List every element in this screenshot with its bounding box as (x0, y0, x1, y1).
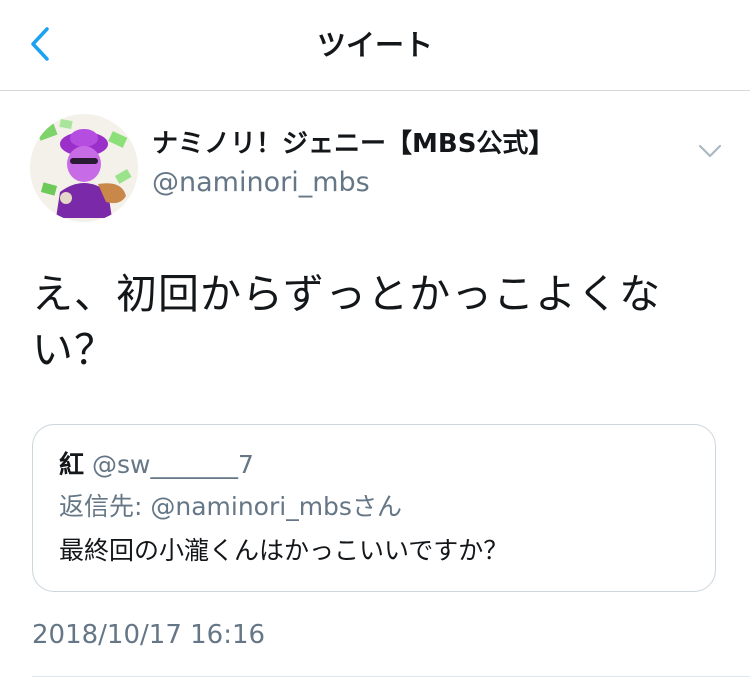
tweet-text-line: え、初回からずっとかっこよくな (32, 270, 662, 318)
avatar[interactable] (30, 114, 138, 222)
reply-to-label: 返信先: @naminori_mbsさん (59, 492, 402, 521)
navigation-bar: ツイート (0, 0, 750, 91)
quoted-tweet[interactable]: 紅 @sw_______7 返信先: @naminori_mbsさん 最終回の小瀧… (32, 424, 716, 592)
page-title: ツイート (316, 28, 433, 62)
avatar-image (30, 114, 138, 222)
quoted-tweet-header: 紅 @sw_______7 (59, 447, 254, 483)
tweet-options-button[interactable] (690, 134, 730, 168)
chevron-down-icon (698, 144, 722, 158)
quoted-handle: @sw_______7 (92, 450, 254, 479)
quoted-tweet-text: 最終回の小瀧くんはかっこいいですか？ (59, 536, 509, 565)
display-name[interactable]: ナミノリ！ジェニー【MBS公式】 (152, 126, 554, 162)
tweet-text: え、初回からずっとかっこよくな い？ (32, 266, 722, 378)
divider (32, 676, 750, 677)
quoted-display-name: 紅 (59, 450, 85, 479)
tweet-text-line: い？ (32, 326, 116, 374)
user-handle: @naminori_mbs (152, 167, 370, 198)
tweet-timestamp: 2018/10/17 16:16 (32, 620, 266, 650)
